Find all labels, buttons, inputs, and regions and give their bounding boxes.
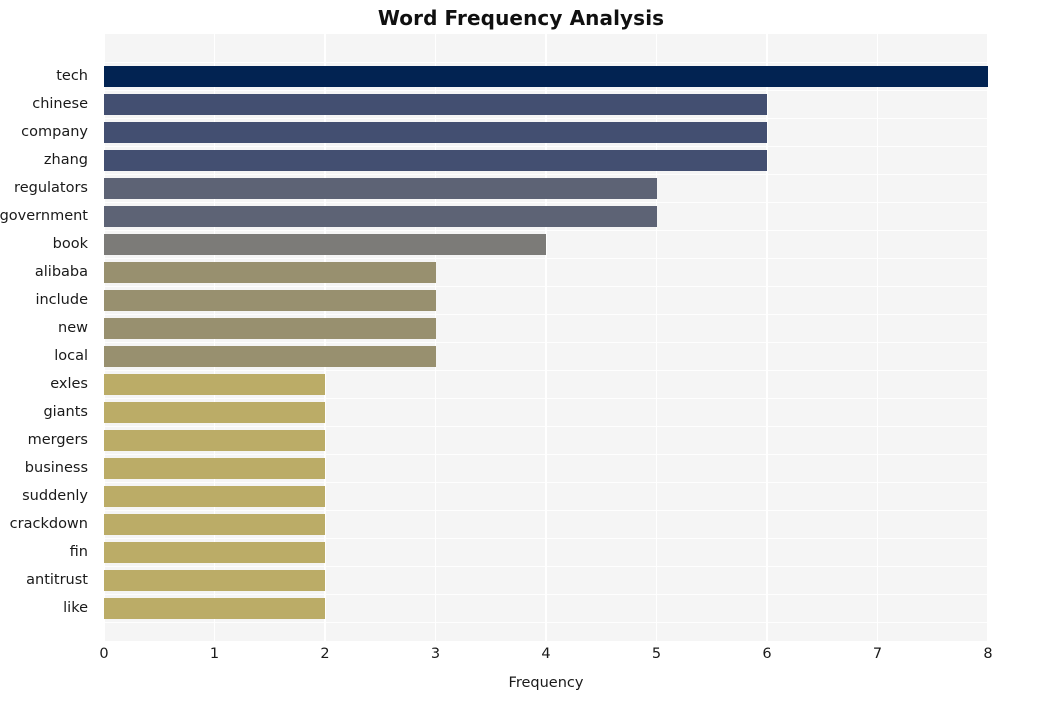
bar	[104, 401, 325, 423]
bar	[104, 513, 325, 535]
y-axis-tick-label: like	[63, 600, 88, 616]
bar	[104, 121, 767, 143]
gridline-horizontal	[104, 118, 988, 120]
bar	[104, 429, 325, 451]
gridline-horizontal	[104, 370, 988, 372]
gridline-horizontal	[104, 230, 988, 232]
bar	[104, 569, 325, 591]
x-axis-tick-label: 1	[209, 646, 220, 662]
bar	[104, 317, 436, 339]
x-axis-tick-label: 2	[320, 646, 330, 662]
y-axis-tick-label: new	[58, 320, 88, 336]
bar	[104, 149, 767, 171]
x-axis-tick-labels: 0 1 2 3 4 5 6 7 8	[0, 647, 1042, 669]
x-axis-tick-label: 3	[430, 646, 441, 662]
y-axis-tick-label: business	[24, 460, 88, 476]
y-axis-tick-label: book	[52, 236, 88, 252]
bar	[104, 233, 546, 255]
chart-title: Word Frequency Analysis	[377, 6, 665, 30]
x-axis-title: Frequency	[508, 675, 584, 691]
x-axis-tick-label: 8	[983, 646, 993, 662]
y-axis-tick-label: alibaba	[34, 264, 88, 280]
bar	[104, 485, 325, 507]
gridline-horizontal	[104, 426, 988, 428]
bar	[104, 93, 767, 115]
bar	[104, 541, 325, 563]
y-axis-tick-label: include	[35, 292, 88, 308]
gridline-horizontal	[104, 202, 988, 204]
word-frequency-chart: Word Frequency Analysis tech chinese compa…	[0, 0, 1042, 701]
bar	[104, 597, 325, 619]
gridline-horizontal	[104, 314, 988, 316]
bar	[104, 205, 657, 227]
plot-area	[104, 34, 988, 641]
bar	[104, 345, 436, 367]
bar	[104, 261, 436, 283]
y-axis-tick-label: government	[0, 208, 88, 224]
y-axis-tick-label: fin	[69, 544, 88, 560]
gridline-horizontal	[104, 398, 988, 400]
y-axis-tick-label: tech	[56, 68, 88, 84]
y-axis-tick-label: antitrust	[26, 572, 88, 588]
y-axis-tick-label: chinese	[32, 96, 88, 112]
gridline-horizontal	[104, 510, 988, 512]
y-axis-tick-label: zhang	[43, 152, 88, 168]
bar	[104, 373, 325, 395]
y-axis-tick-label: local	[54, 348, 88, 364]
gridline-horizontal	[104, 90, 988, 92]
bar	[104, 457, 325, 479]
gridline-horizontal	[104, 594, 988, 596]
gridline-horizontal	[104, 174, 988, 176]
gridline-horizontal	[104, 454, 988, 456]
y-axis-tick-label: crackdown	[9, 516, 88, 532]
gridline-horizontal	[104, 258, 988, 260]
gridline-horizontal	[104, 342, 988, 344]
gridline-horizontal	[104, 622, 988, 624]
gridline-horizontal	[104, 286, 988, 288]
y-axis-tick-label: giants	[43, 404, 88, 420]
bar	[104, 289, 436, 311]
gridline-horizontal	[104, 482, 988, 484]
y-axis-tick-label: mergers	[27, 432, 88, 448]
x-axis-tick-label: 0	[99, 646, 109, 662]
gridline-vertical	[987, 34, 988, 641]
x-axis-tick-label: 5	[651, 646, 662, 662]
y-axis-tick-labels: tech chinese company zhang regulators governm…	[0, 34, 96, 641]
bar	[104, 65, 988, 87]
x-axis-tick-label: 6	[762, 646, 772, 662]
gridline-horizontal	[104, 538, 988, 540]
y-axis-tick-label: company	[21, 124, 88, 140]
bar	[104, 177, 657, 199]
y-axis-tick-label: suddenly	[22, 488, 88, 504]
gridline-horizontal	[104, 566, 988, 568]
gridline-vertical	[876, 34, 879, 641]
y-axis-tick-label: exles	[50, 376, 88, 392]
y-axis-tick-label: regulators	[14, 180, 88, 196]
x-axis-tick-label: 7	[872, 646, 883, 662]
gridline-horizontal	[104, 146, 988, 148]
x-axis-tick-label: 4	[541, 646, 551, 662]
gridline-horizontal	[104, 62, 988, 64]
